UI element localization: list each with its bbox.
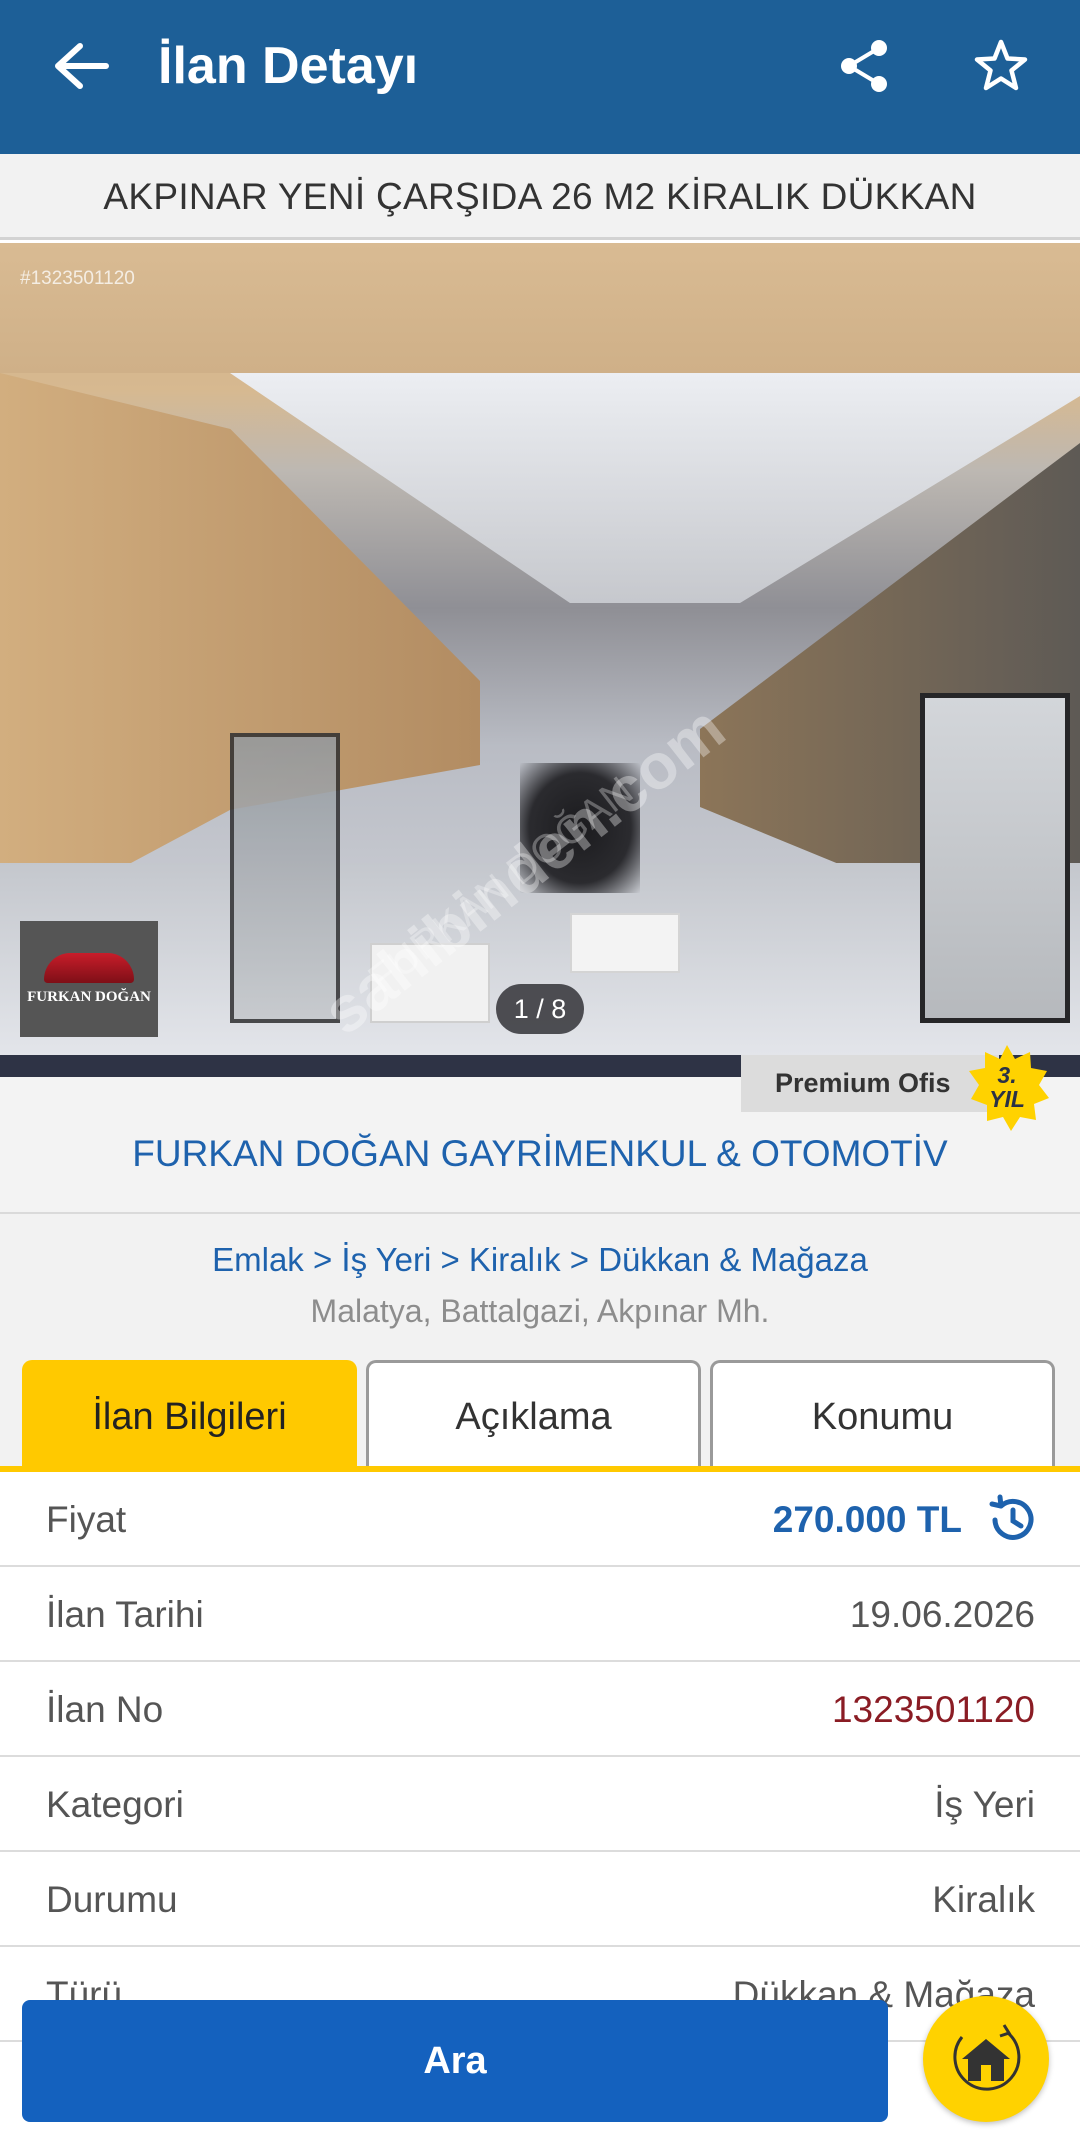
year-badge: 3. YIL bbox=[963, 1043, 1051, 1131]
listing-location: Malatya, Battalgazi, Akpınar Mh. bbox=[310, 1293, 770, 1329]
date-value: 19.06.2026 bbox=[849, 1594, 1035, 1635]
home-button[interactable] bbox=[923, 1996, 1049, 2122]
store-logo: FURKAN DOĞAN bbox=[20, 921, 158, 1037]
listing-title: AKPINAR YENİ ÇARŞIDA 26 M2 KİRALIK DÜKKA… bbox=[0, 154, 1080, 240]
share-icon bbox=[841, 40, 887, 92]
category-value: İş Yeri bbox=[934, 1784, 1035, 1825]
photo-id-overlay: #1323501120 bbox=[20, 268, 135, 289]
price-value: 270.000 TL bbox=[772, 1499, 962, 1540]
photo-glass-door-right bbox=[920, 693, 1070, 1023]
page-title: İlan Detayı bbox=[158, 37, 419, 95]
badge-line-2: YIL bbox=[989, 1086, 1025, 1112]
favorite-button[interactable] bbox=[963, 28, 1039, 104]
photo-ceiling bbox=[0, 243, 1080, 373]
share-button[interactable] bbox=[826, 28, 902, 104]
back-button[interactable] bbox=[42, 28, 118, 104]
tab-listing-info[interactable]: İlan Bilgileri bbox=[22, 1360, 357, 1470]
category-breadcrumb[interactable]: Emlak > İş Yeri > Kiralık > Dükkan & Mağ… bbox=[0, 1236, 1080, 1284]
store-name-link[interactable]: FURKAN DOĞAN GAYRİMENKUL & OTOMOTİV bbox=[0, 1128, 1080, 1180]
detail-row-price: Fiyat 270.000 TL bbox=[0, 1472, 1080, 1567]
details-table: Fiyat 270.000 TL İlan Tarihi 19.06.2026 … bbox=[0, 1472, 1080, 2042]
tab-location[interactable]: Konumu bbox=[710, 1360, 1055, 1470]
car-logo-icon bbox=[44, 952, 134, 983]
store-logo-text: FURKAN DOĞAN bbox=[27, 988, 151, 1005]
detail-label: İlan No bbox=[46, 1689, 164, 1730]
premium-office-label: Premium Ofis bbox=[741, 1055, 999, 1112]
home-icon bbox=[953, 2024, 1021, 2091]
detail-row-category: Kategori İş Yeri bbox=[0, 1757, 1080, 1852]
photo-gallery[interactable]: sahibinden.com FURKAN DOĞAN #1323501120 … bbox=[0, 243, 1080, 1055]
detail-label: Kategori bbox=[46, 1784, 184, 1825]
detail-row-status: Durumu Kiralık bbox=[0, 1852, 1080, 1947]
call-button[interactable]: Ara bbox=[22, 2000, 888, 2122]
detail-label: Fiyat bbox=[46, 1499, 127, 1540]
badge-line-1: 3. bbox=[997, 1062, 1017, 1088]
tab-description[interactable]: Açıklama bbox=[366, 1360, 701, 1470]
photo-counter: 1 / 8 bbox=[496, 984, 584, 1034]
detail-row-listing-no: İlan No 1323501120 bbox=[0, 1662, 1080, 1757]
listing-no-value: 1323501120 bbox=[831, 1689, 1035, 1730]
price-history-icon[interactable] bbox=[986, 1494, 1038, 1546]
arrow-left-icon bbox=[55, 43, 109, 89]
detail-label: İlan Tarihi bbox=[46, 1594, 204, 1635]
status-value: Kiralık bbox=[932, 1879, 1035, 1920]
app-bar: İlan Detayı bbox=[0, 0, 1080, 154]
star-outline-icon bbox=[974, 39, 1028, 91]
detail-row-date: İlan Tarihi 19.06.2026 bbox=[0, 1567, 1080, 1662]
photo-white-box bbox=[570, 913, 680, 973]
detail-label: Durumu bbox=[46, 1879, 178, 1920]
